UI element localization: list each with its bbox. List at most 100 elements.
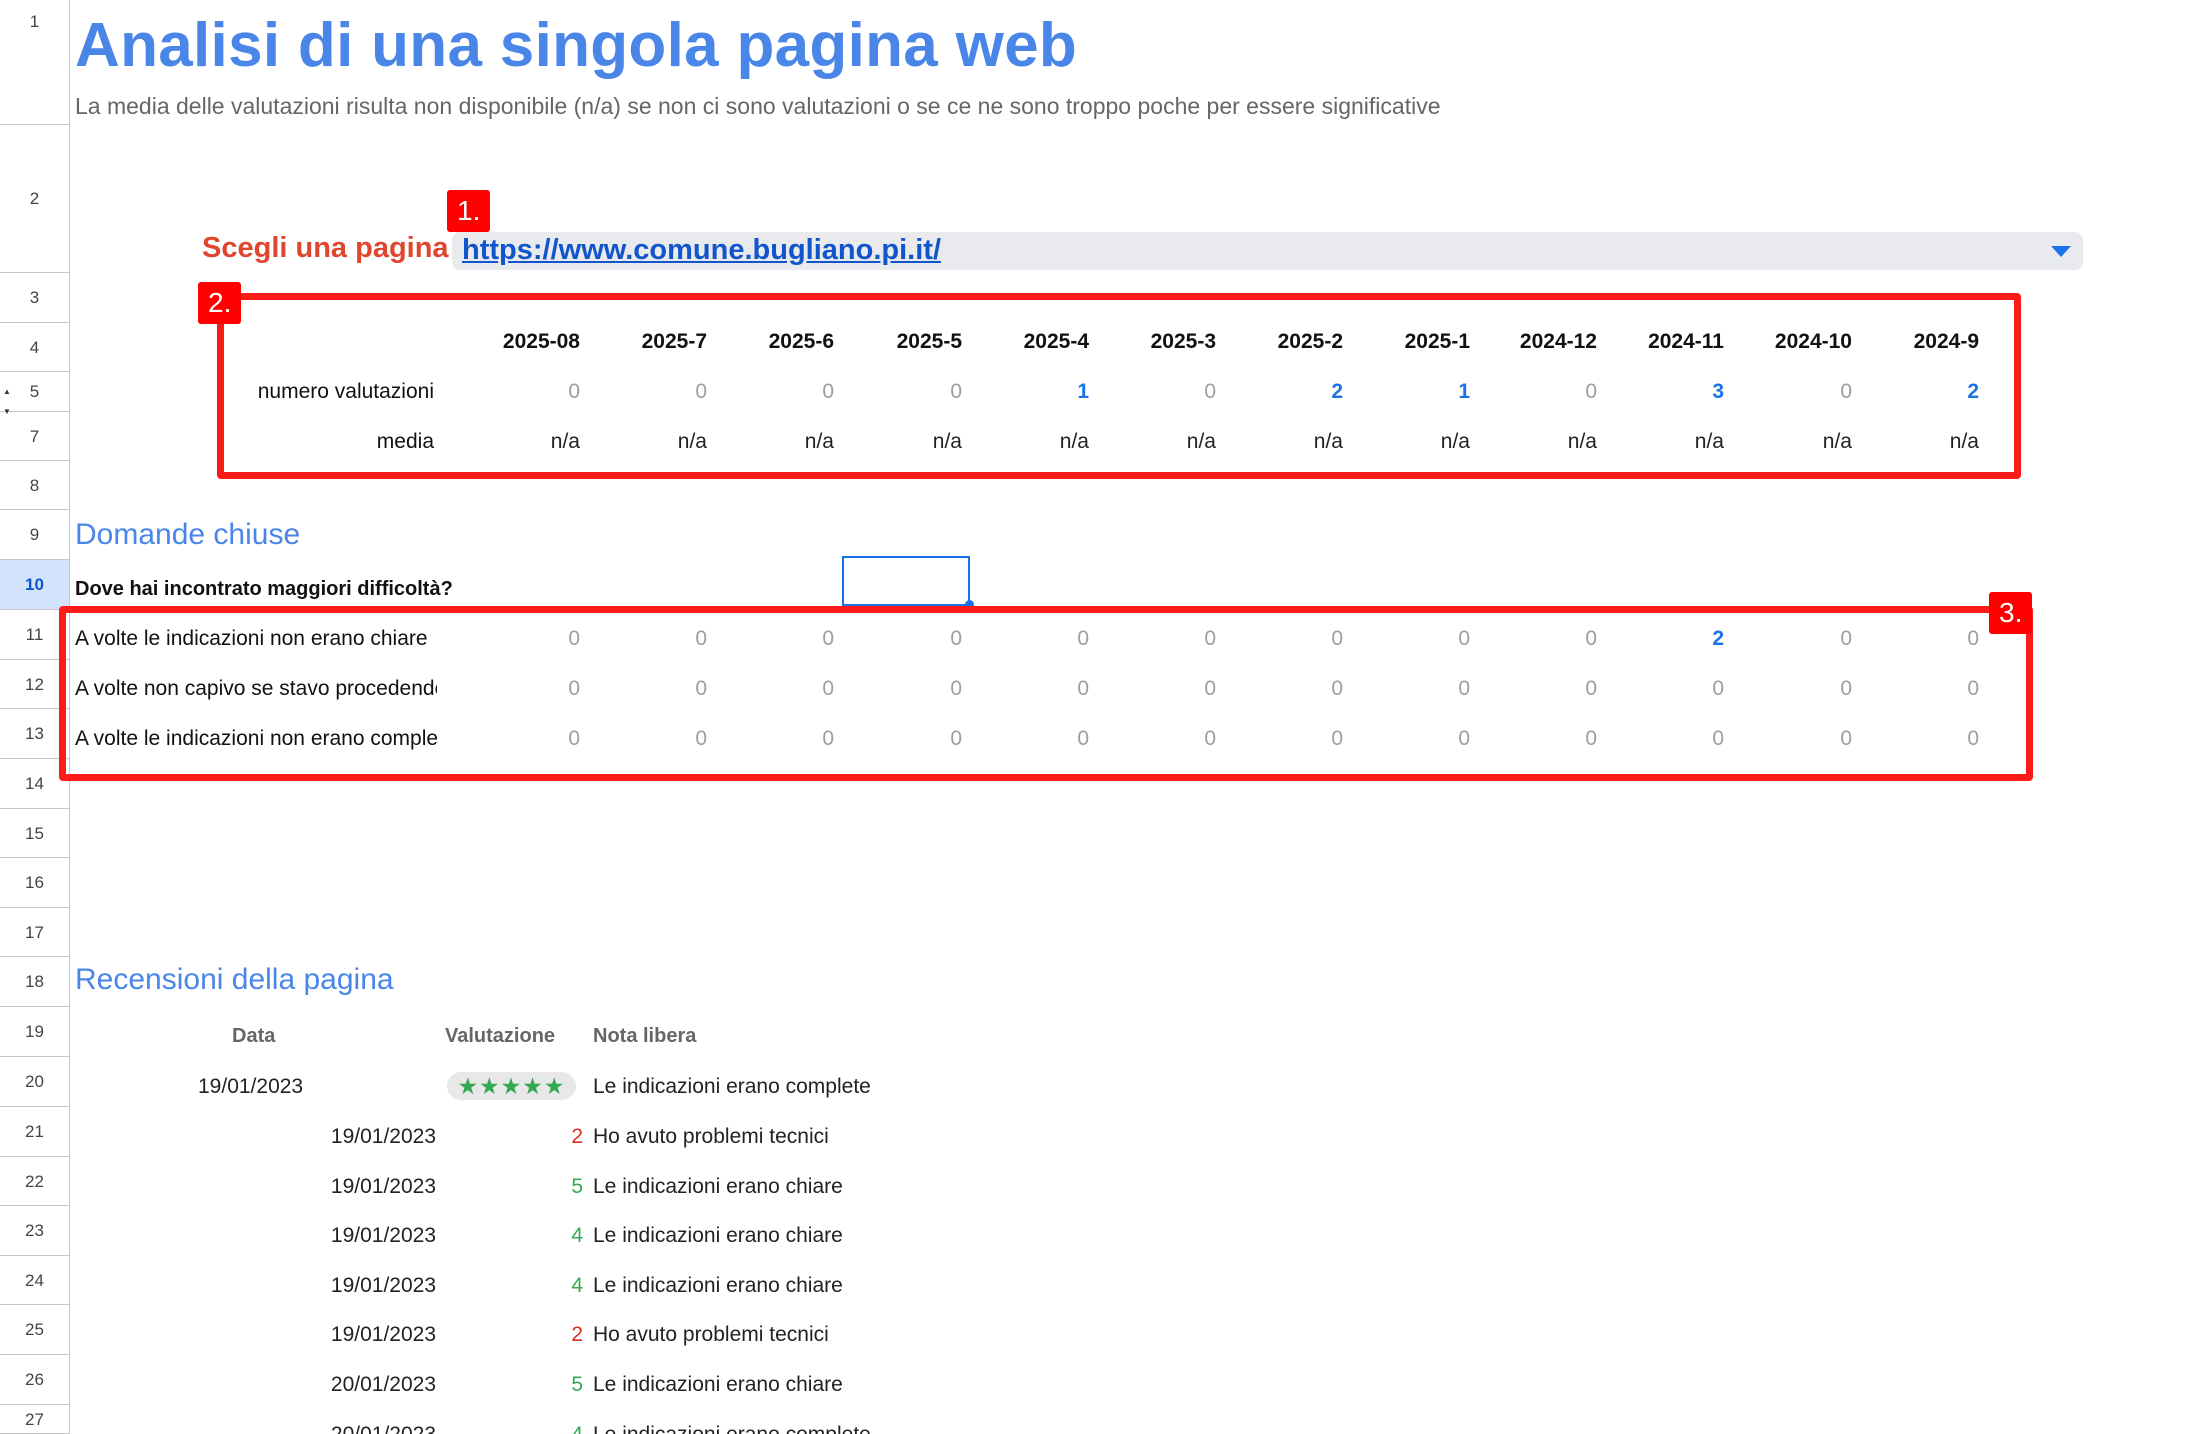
row-number[interactable]: 20: [0, 1057, 69, 1107]
answer-cell: 0: [568, 677, 580, 700]
review-note: Le indicazioni erano chiare: [593, 1175, 843, 1198]
month-header: 2025-08: [502, 330, 580, 353]
callout-label-1: 1.: [447, 190, 491, 232]
answer-cell: 0: [1585, 627, 1597, 650]
summary-cell: 2: [1967, 380, 1979, 403]
row-number[interactable]: 10: [0, 560, 69, 610]
answer-cell: 0: [950, 727, 962, 750]
row-number[interactable]: 17: [0, 908, 69, 957]
answer-cell: 2: [1712, 627, 1724, 650]
month-header: 2025-1: [1404, 330, 1470, 353]
summary-cell: 0: [1585, 380, 1597, 403]
month-header: 2025-7: [641, 330, 707, 353]
review-note: Ho avuto problemi tecnici: [593, 1125, 829, 1148]
answer-cell: 0: [1458, 627, 1470, 650]
summary-cell: 0: [695, 380, 707, 403]
summary-cell: 0: [1204, 380, 1216, 403]
summary-cell: n/a: [1440, 430, 1470, 453]
row-number[interactable]: 19: [0, 1007, 69, 1057]
answer-cell: 0: [1077, 677, 1089, 700]
review-date: 19/01/2023: [330, 1125, 436, 1148]
summary-cell: 1: [1458, 380, 1470, 403]
row-number[interactable]: 3: [0, 273, 69, 323]
closed-questions-title: Domande chiuse: [75, 518, 301, 551]
answer-cell: 0: [1585, 677, 1597, 700]
answer-cell: 0: [950, 677, 962, 700]
row-number[interactable]: 1: [0, 0, 69, 125]
answer-cell: 0: [1585, 727, 1597, 750]
row-number[interactable]: 24: [0, 1256, 69, 1305]
review-score: 2: [571, 1125, 583, 1148]
row-number[interactable]: 27: [0, 1405, 69, 1434]
answer-cell: 0: [1967, 627, 1979, 650]
page-selector-dropdown[interactable]: https://www.comune.bugliano.pi.it/: [452, 232, 2083, 270]
group-expand-icon[interactable]: ▼: [0, 405, 14, 419]
answer-label: A volte le indicazioni non erano complet…: [75, 727, 437, 750]
month-header: 2024-11: [1648, 330, 1724, 353]
summary-cell: 0: [1840, 380, 1852, 403]
review-date: 19/01/2023: [330, 1224, 436, 1247]
answer-cell: 0: [1967, 727, 1979, 750]
selected-page-link[interactable]: https://www.comune.bugliano.pi.it/: [462, 234, 941, 267]
summary-cell: n/a: [1822, 430, 1852, 453]
answer-cell: 0: [822, 677, 834, 700]
row-number[interactable]: 15: [0, 809, 69, 858]
row-number[interactable]: 21: [0, 1107, 69, 1157]
summary-cell: 3: [1712, 380, 1724, 403]
answer-cell: 0: [1840, 677, 1852, 700]
row-number[interactable]: 4: [0, 323, 69, 372]
review-score: 4: [543, 1423, 583, 1434]
review-first-stars: ★★★★★: [447, 1072, 576, 1100]
summary-cell: n/a: [1694, 430, 1724, 453]
answer-cell: 0: [1331, 627, 1343, 650]
reviews-header-rating: Valutazione: [445, 1025, 556, 1047]
row-number[interactable]: 23: [0, 1206, 69, 1256]
summary-cell: n/a: [1949, 430, 1979, 453]
row-number[interactable]: 26: [0, 1355, 69, 1405]
group-collapse-icon[interactable]: ▲: [0, 385, 14, 399]
answer-cell: 0: [1712, 677, 1724, 700]
month-header: 2024-12: [1519, 330, 1597, 353]
answer-cell: 0: [1712, 727, 1724, 750]
row-number[interactable]: 9: [0, 510, 69, 560]
review-note: Ho avuto problemi tecnici: [593, 1323, 829, 1346]
answer-cell: 0: [1840, 727, 1852, 750]
summary-cell: n/a: [1186, 430, 1216, 453]
row-number[interactable]: 22: [0, 1157, 69, 1206]
answer-cell: 0: [695, 627, 707, 650]
row-number[interactable]: 16: [0, 858, 69, 908]
answer-label: A volte non capivo se stavo procedendo: [75, 677, 437, 700]
page-selector-label: Scegli una pagina: [202, 232, 449, 264]
page-title: Analisi di una singola pagina web: [75, 11, 1078, 80]
review-date: 19/01/2023: [330, 1323, 436, 1346]
review-date: 19/01/2023: [330, 1274, 436, 1297]
summary-cell: n/a: [1567, 430, 1597, 453]
summary-cell: n/a: [932, 430, 962, 453]
row-number[interactable]: 2: [0, 125, 69, 273]
summary-row-label: media: [376, 430, 434, 453]
review-date: 19/01/2023: [330, 1175, 436, 1198]
callout-label-3: 3.: [1989, 592, 2033, 634]
row-number[interactable]: 25: [0, 1305, 69, 1355]
page-subtitle: La media delle valutazioni risulta non d…: [75, 93, 1441, 119]
dropdown-arrow-icon[interactable]: [2051, 246, 2071, 257]
review-date: 20/01/2023: [236, 1423, 436, 1434]
review-score: 4: [571, 1224, 583, 1247]
answer-cell: 0: [568, 627, 580, 650]
question-text: Dove hai incontrato maggiori difficoltà?: [75, 578, 453, 600]
selected-cell[interactable]: [842, 556, 970, 606]
review-note: Le indicazioni erano chiare: [593, 1224, 843, 1247]
summary-cell: n/a: [677, 430, 707, 453]
review-score: 4: [571, 1274, 583, 1297]
answer-cell: 0: [1967, 677, 1979, 700]
row-number[interactable]: 7: [0, 412, 69, 461]
review-note: Le indicazioni erano complete: [593, 1423, 871, 1434]
reviews-header-date: Data: [232, 1025, 276, 1047]
row-number[interactable]: 8: [0, 461, 69, 510]
review-score: 2: [571, 1323, 583, 1346]
review-date: 20/01/2023: [330, 1373, 436, 1396]
month-header: 2025-5: [896, 330, 962, 353]
summary-cell: n/a: [1313, 430, 1343, 453]
row-number[interactable]: 18: [0, 957, 69, 1007]
review-score: 5: [571, 1373, 583, 1396]
